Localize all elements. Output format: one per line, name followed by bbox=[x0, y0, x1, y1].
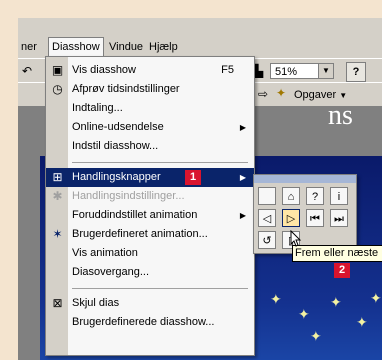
frame-left bbox=[0, 0, 18, 360]
menu-item-label: Online-udsendelse bbox=[72, 121, 164, 133]
next-arrow-icon[interactable]: ⇨ bbox=[258, 87, 268, 101]
menu-diasshow[interactable]: Diasshow bbox=[48, 37, 104, 57]
menu-item-label: Diasovergang... bbox=[72, 266, 150, 278]
menu-item-online-udsendelse[interactable]: Online-udsendelse ▶ bbox=[46, 118, 254, 137]
star-icon: ✦ bbox=[298, 306, 310, 322]
submenu-arrow-icon: ▶ bbox=[239, 173, 246, 182]
menu-item-shortcut: F5 bbox=[221, 64, 234, 76]
menu-item-label: Handlingsknapper bbox=[72, 171, 161, 183]
step-badge-2: 2 bbox=[334, 263, 350, 278]
star-icon: ✦ bbox=[330, 294, 342, 310]
submenu-arrow-icon: ▶ bbox=[239, 123, 246, 132]
step-badge-1: 1 bbox=[185, 170, 201, 185]
menu-separator bbox=[72, 288, 248, 289]
menu-item-label: Vis animation bbox=[72, 247, 138, 259]
diasshow-menu: ▣ Vis diasshow F5 ◷ Afprøv tidsindstilli… bbox=[45, 56, 255, 356]
menu-item-label: Handlingsindstillinger... bbox=[72, 190, 185, 202]
hide-slide-icon: ⊠ bbox=[52, 296, 63, 310]
action-button-end-icon[interactable]: ⏭ bbox=[330, 209, 348, 227]
menu-item-label: Skjul dias bbox=[72, 297, 120, 309]
menu-item-brugerdefinerede-diasshow[interactable]: Brugerdefinerede diasshow... bbox=[46, 313, 254, 332]
action-button-information-icon[interactable]: i bbox=[330, 187, 348, 205]
star-icon: ✦ bbox=[310, 328, 322, 344]
menu-item-handlingsknapper[interactable]: ⊞ Handlingsknapper 1 ▶ bbox=[46, 168, 254, 187]
menu-item-afproev-tidsindstillinger[interactable]: ◷ Afprøv tidsindstillinger bbox=[46, 80, 254, 99]
action-button-help-icon[interactable]: ? bbox=[306, 187, 324, 205]
menu-item-vis-diasshow[interactable]: ▣ Vis diasshow F5 bbox=[46, 61, 254, 80]
submenu-drag-handle[interactable] bbox=[254, 175, 356, 183]
help-button[interactable]: ? bbox=[346, 62, 366, 82]
submenu-arrow-icon: ▶ bbox=[239, 211, 246, 220]
slideshow-icon: ▣ bbox=[51, 63, 64, 77]
action-button-back-icon[interactable]: ◁ bbox=[258, 209, 276, 227]
action-settings-icon: ✱ bbox=[52, 189, 63, 203]
action-button-forward-icon[interactable]: ▷ bbox=[282, 209, 300, 227]
action-button-return-icon[interactable]: ↺ bbox=[258, 231, 276, 249]
menu-item-label: Afprøv tidsindstillinger bbox=[72, 83, 180, 95]
menu-item-label: Indtaling... bbox=[72, 102, 123, 114]
menu-item-forudindstillet-animation[interactable]: Foruddindstillet animation ▶ bbox=[46, 206, 254, 225]
action-buttons-submenu: ⌂ ? i ◁ ▷ ⏮ ⏭ ↺ ▯ bbox=[253, 174, 357, 254]
star-icon: ✦ bbox=[370, 290, 382, 306]
menu-item-skjul-dias[interactable]: ⊠ Skjul dias bbox=[46, 294, 254, 313]
menu-item-indstil-diasshow[interactable]: Indstil diasshow... bbox=[46, 137, 254, 156]
action-buttons-icon: ⊞ bbox=[52, 170, 63, 184]
mouse-pointer-icon bbox=[290, 230, 302, 247]
rehearse-timings-icon: ◷ bbox=[52, 82, 63, 96]
zoom-value: 51% bbox=[275, 66, 298, 78]
zoom-select[interactable]: 51% ▼ bbox=[270, 63, 334, 79]
star-icon: ✦ bbox=[356, 314, 368, 330]
star-icon: ✦ bbox=[270, 291, 282, 307]
menu-item-label: Brugerdefinerede diasshow... bbox=[72, 316, 215, 328]
zoom-icon[interactable]: ▙ bbox=[254, 64, 263, 78]
menu-item-label: Vis diasshow bbox=[72, 64, 136, 76]
chevron-down-icon: ▼ bbox=[339, 91, 348, 100]
menu-separator bbox=[72, 162, 248, 163]
menu-item-label: Brugerdefineret animation... bbox=[72, 228, 208, 240]
menu-item-vis-animation[interactable]: Vis animation bbox=[46, 244, 254, 263]
custom-animation-icon: ✶ bbox=[52, 227, 63, 241]
chevron-down-icon[interactable]: ▼ bbox=[318, 64, 333, 78]
menu-item-indtaling[interactable]: Indtaling... bbox=[46, 99, 254, 118]
tasks-icon[interactable]: ✦ bbox=[276, 86, 286, 100]
tooltip: Frem eller næste bbox=[292, 245, 382, 262]
action-button-beginning-icon[interactable]: ⏮ bbox=[306, 209, 324, 227]
undo-icon[interactable]: ↶ bbox=[22, 64, 32, 78]
menu-item-brugerdefineret-animation[interactable]: ✶ Brugerdefineret animation... bbox=[46, 225, 254, 244]
action-button-custom-icon[interactable] bbox=[258, 187, 276, 205]
menu-item-label: Foruddindstillet animation bbox=[72, 209, 198, 221]
menu-item-diasovergang[interactable]: Diasovergang... bbox=[46, 263, 254, 282]
menu-edit-partial[interactable]: ner bbox=[18, 39, 40, 55]
menu-item-label: Indstil diasshow... bbox=[72, 140, 159, 152]
menu-vindue[interactable]: Vindue bbox=[106, 39, 146, 55]
action-button-home-icon[interactable]: ⌂ bbox=[282, 187, 300, 205]
menu-hjaelp[interactable]: Hjælp bbox=[146, 39, 181, 55]
slide-title: ns bbox=[328, 100, 353, 131]
frame-top bbox=[0, 0, 382, 18]
screenshot-stage: ner Diasshow Vindue Hjælp ↶ ▙ 51% ▼ ? ⇨ … bbox=[0, 0, 382, 360]
menu-bar: ner Diasshow Vindue Hjælp bbox=[18, 36, 382, 57]
menu-item-handlingsindstillinger: ✱ Handlingsindstillinger... bbox=[46, 187, 254, 206]
